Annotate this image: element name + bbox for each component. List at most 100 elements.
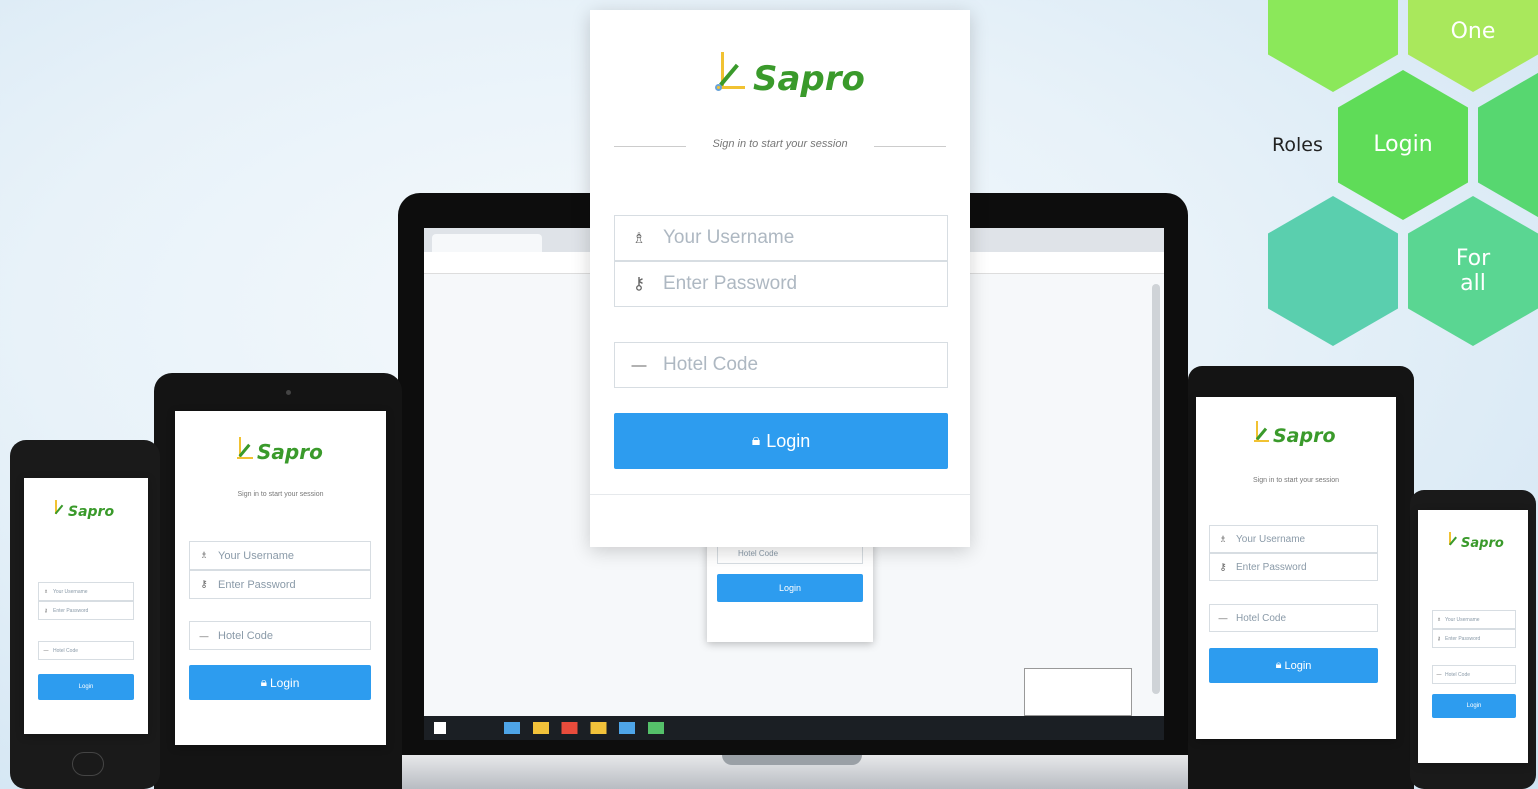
hex-one-label: One [1450, 19, 1496, 45]
laptop-hotel-code-placeholder: Hotel Code [738, 548, 779, 558]
right-tablet-password-field[interactable]: ⚷ Enter Password [1209, 553, 1378, 581]
right-tablet-key-icon: ⚷ [1219, 561, 1227, 573]
lock-icon: 🔒︎ [751, 432, 761, 449]
left-phone-username-placeholder: Your Username [53, 588, 88, 595]
hex-right [1478, 70, 1538, 220]
right-tablet-login-label: Login [1284, 659, 1312, 672]
left-tablet-password-field[interactable]: ⚷ Enter Password [189, 570, 371, 599]
main-logo-text: Sapro [753, 59, 865, 99]
laptop-login-button[interactable]: Login [717, 574, 863, 602]
right-tablet-logo-icon [1252, 421, 1271, 442]
main-login-button[interactable]: 🔒︎ Login [614, 413, 948, 469]
browser-scrollbar[interactable] [1152, 284, 1160, 694]
right-phone-logo-icon [1446, 532, 1459, 547]
left-phone-password-placeholder: Enter Password [53, 607, 89, 614]
left-phone-logo-icon [52, 500, 66, 516]
right-tablet-username-placeholder: Your Username [1236, 533, 1306, 545]
hex-login: Login [1338, 70, 1468, 220]
main-username-field[interactable]: ♗ Your Username [614, 215, 948, 261]
dots-icon: — [631, 356, 647, 374]
left-tablet-dots-icon: — [199, 630, 209, 641]
left-phone-logo-text: Sapro [68, 504, 115, 520]
main-tagline: Sign in to start your session [590, 138, 970, 150]
left-tablet-login-card: Sapro Sign in to start your session ♗ Yo… [175, 411, 386, 745]
right-tablet-logo-text: Sapro [1273, 425, 1336, 447]
right-phone-logo-text: Sapro [1461, 536, 1504, 551]
main-tagline-rule-left [614, 146, 686, 147]
left-tablet-user-icon: ♗ [199, 550, 209, 560]
left-tablet-camera [286, 390, 291, 395]
right-phone-login-card: Sapro ♗ Your Username ⚷ Enter Password —… [1418, 510, 1528, 763]
left-phone-password-field[interactable]: ⚷ Enter Password [38, 601, 134, 620]
left-tablet-logo-icon [235, 437, 255, 459]
hex-one: One [1408, 0, 1538, 92]
laptop-notch [722, 755, 862, 765]
left-tablet-logo: Sapro [235, 437, 323, 464]
laptop-login-label: Login [778, 583, 802, 593]
left-phone-dots-icon: — [43, 647, 49, 654]
right-tablet-password-placeholder: Enter Password [1236, 561, 1307, 573]
right-phone-password-placeholder: Enter Password [1445, 635, 1481, 642]
left-phone-login-card: Sapro ♗ Your Username ⚷ Enter Password —… [24, 478, 148, 734]
left-tablet-logo-text: Sapro [257, 440, 323, 464]
left-tablet-login-button[interactable]: 🔒︎ Login [189, 665, 371, 700]
right-phone-logo: Sapro [1446, 532, 1504, 551]
right-phone-password-field[interactable]: ⚷ Enter Password [1432, 629, 1516, 648]
left-phone-login-label: Login [78, 684, 94, 690]
right-tablet-lock-icon: 🔒︎ [1275, 659, 1282, 671]
hex-for-all: For all [1408, 196, 1538, 346]
right-tablet-user-icon: ♗ [1218, 533, 1228, 544]
left-tablet-key-icon: ⚷ [200, 579, 208, 590]
main-login-card: Sapro Sign in to start your session ♗ Yo… [590, 10, 970, 547]
left-phone-hotel-code-field[interactable]: — Hotel Code [38, 641, 134, 660]
left-phone-login-button[interactable]: Login [38, 674, 134, 700]
left-phone-hotel-code-placeholder: Hotel Code [53, 647, 79, 654]
windows-start-icon[interactable] [434, 722, 446, 734]
main-password-placeholder: Enter Password [663, 273, 798, 294]
hex-login-label: Login [1373, 132, 1433, 158]
main-logo: Sapro [715, 52, 865, 99]
left-tablet-tagline: Sign in to start your session [175, 491, 386, 498]
right-phone-hotel-code-field[interactable]: — Hotel Code [1432, 665, 1516, 684]
left-phone-user-icon: ♗ [43, 588, 49, 595]
main-tagline-rule-right [874, 146, 946, 147]
main-password-field[interactable]: ⚷ Enter Password [614, 261, 948, 307]
right-phone-dots-icon: — [1436, 671, 1442, 678]
laptop-login-card: Hotel Code Login [707, 538, 873, 642]
right-tablet-login-button[interactable]: 🔒︎ Login [1209, 648, 1378, 683]
left-tablet-hotel-code-field[interactable]: — Hotel Code [189, 621, 371, 650]
taskbar-app-icons[interactable] [504, 722, 664, 734]
right-phone-username-field[interactable]: ♗ Your Username [1432, 610, 1516, 629]
right-phone-key-icon: ⚷ [1437, 635, 1441, 642]
left-tablet-password-placeholder: Enter Password [218, 578, 296, 591]
left-phone-key-icon: ⚷ [44, 607, 48, 614]
right-tablet-logo: Sapro [1252, 421, 1336, 447]
roles-label: Roles [1272, 134, 1323, 156]
left-phone-logo: Sapro [52, 500, 114, 520]
left-tablet-username-field[interactable]: ♗ Your Username [189, 541, 371, 570]
right-phone-login-button[interactable]: Login [1432, 694, 1516, 718]
right-tablet-login-card: Sapro Sign in to start your session ♗ Yo… [1196, 397, 1396, 739]
right-tablet-username-field[interactable]: ♗ Your Username [1209, 525, 1378, 553]
left-phone-username-field[interactable]: ♗ Your Username [38, 582, 134, 601]
left-tablet-login-label: Login [270, 675, 300, 690]
main-login-label: Login [766, 430, 811, 451]
left-tablet-hotel-code-placeholder: Hotel Code [218, 629, 274, 642]
left-phone-home-button[interactable] [72, 752, 104, 776]
right-phone-user-icon: ♗ [1436, 616, 1442, 623]
left-tablet-lock-icon: 🔒︎ [260, 675, 267, 689]
main-hotel-code-field[interactable]: — Hotel Code [614, 342, 948, 388]
notification-popup [1024, 668, 1132, 716]
main-username-placeholder: Your Username [663, 227, 795, 248]
right-tablet-dots-icon: — [1218, 613, 1228, 623]
hex-top-left [1268, 0, 1398, 92]
right-tablet-tagline: Sign in to start your session [1196, 477, 1396, 484]
right-phone-hotel-code-placeholder: Hotel Code [1445, 671, 1471, 678]
hex-bottom-left [1268, 196, 1398, 346]
hex-for-all-label: For all [1455, 245, 1491, 296]
right-tablet-hotel-code-field[interactable]: — Hotel Code [1209, 604, 1378, 632]
main-hotel-code-placeholder: Hotel Code [663, 354, 759, 375]
user-icon: ♗ [632, 230, 646, 247]
right-phone-login-label: Login [1466, 703, 1482, 709]
browser-tab[interactable] [432, 234, 542, 252]
